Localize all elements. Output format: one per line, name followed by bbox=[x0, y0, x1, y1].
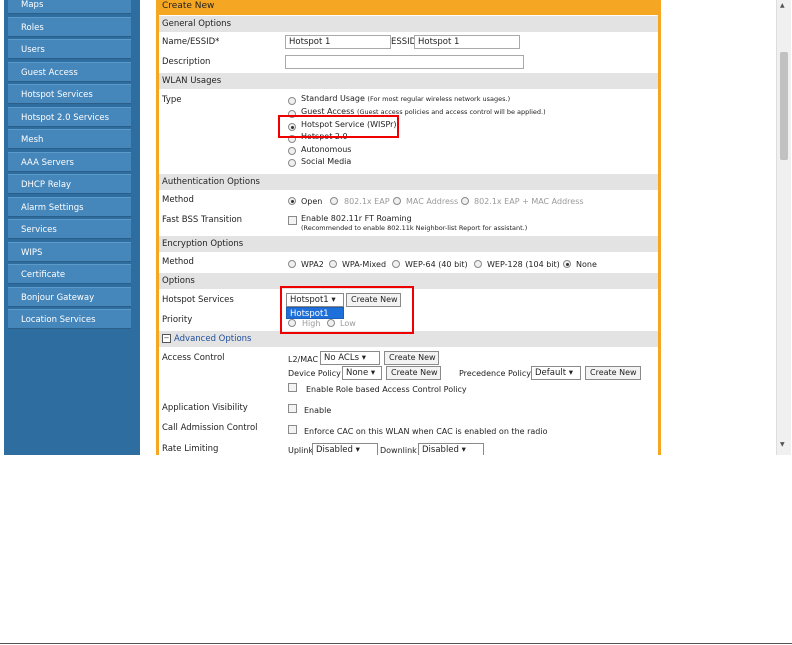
sidebar-item-mesh[interactable]: Mesh bbox=[8, 129, 131, 149]
chevron-down-icon: ▾ bbox=[361, 353, 367, 363]
app-window: Maps Roles Users Guest Access Hotspot Se… bbox=[0, 0, 792, 455]
sidebar-item-location-services[interactable]: Location Services bbox=[8, 309, 131, 329]
auth-method-label: Method bbox=[162, 195, 194, 205]
enc-wep128-label: WEP-128 (104 bit) bbox=[487, 260, 560, 269]
fast-bss-note: (Recommended to enable 802.11k Neighbor-… bbox=[301, 224, 528, 232]
access-control-label: Access Control bbox=[162, 353, 225, 363]
role-based-checkbox[interactable] bbox=[288, 383, 297, 392]
section-encryption-options: Encryption Options bbox=[159, 236, 658, 252]
enc-wpa-mixed-label: WPA-Mixed bbox=[342, 260, 387, 269]
sidebar-item-hotspot-services[interactable]: Hotspot Services bbox=[8, 84, 131, 104]
fast-bss-checkbox[interactable] bbox=[288, 216, 297, 225]
type-social-media-label: Social Media bbox=[301, 157, 352, 166]
precedence-create-new-button[interactable]: Create New bbox=[585, 366, 641, 380]
type-standard-radio[interactable] bbox=[288, 97, 296, 105]
section-general-options: General Options bbox=[159, 16, 658, 32]
priority-label: Priority bbox=[162, 315, 193, 325]
device-policy-create-new-button[interactable]: Create New bbox=[386, 366, 441, 380]
scroll-down-icon[interactable]: ▼ bbox=[780, 441, 785, 448]
rate-limiting-label: Rate Limiting bbox=[162, 444, 219, 454]
section-authentication-options: Authentication Options bbox=[159, 174, 658, 190]
scrollbar-thumb[interactable] bbox=[780, 52, 788, 160]
type-autonomous-label: Autonomous bbox=[301, 145, 352, 154]
enc-wep64-radio[interactable] bbox=[392, 260, 400, 268]
section-wlan-usages: WLAN Usages bbox=[159, 73, 658, 89]
sidebar-item-roles[interactable]: Roles bbox=[8, 17, 131, 37]
highlight-box-hotspot-services bbox=[280, 286, 414, 334]
enc-none-radio[interactable] bbox=[563, 260, 571, 268]
auth-mac-label: MAC Address bbox=[406, 197, 459, 206]
role-based-text: Enable Role based Access Control Policy bbox=[306, 385, 467, 394]
type-label: Type bbox=[162, 95, 182, 105]
uplink-label: Uplink bbox=[288, 446, 314, 455]
device-policy-label: Device Policy bbox=[288, 369, 341, 378]
type-autonomous-radio[interactable] bbox=[288, 147, 296, 155]
description-input[interactable] bbox=[285, 55, 524, 69]
auth-8021x-radio[interactable] bbox=[330, 197, 338, 205]
collapse-icon[interactable]: − bbox=[162, 334, 171, 343]
type-standard-label: Standard Usage (For most regular wireles… bbox=[301, 94, 511, 103]
acl-create-new-button[interactable]: Create New bbox=[384, 351, 439, 365]
enc-wpa2-label: WPA2 bbox=[301, 260, 324, 269]
precedence-policy-select[interactable]: Default ▾ bbox=[531, 366, 581, 380]
sidebar-item-services[interactable]: Services bbox=[8, 219, 131, 239]
sidebar-item-aaa-servers[interactable]: AAA Servers bbox=[8, 152, 131, 172]
enc-wep128-radio[interactable] bbox=[474, 260, 482, 268]
chevron-down-icon: ▾ bbox=[370, 368, 376, 378]
sidebar-item-alarm-settings[interactable]: Alarm Settings bbox=[8, 197, 131, 217]
app-visibility-text: Enable bbox=[304, 406, 332, 415]
fast-bss-label: Fast BSS Transition bbox=[162, 215, 243, 225]
uplink-select[interactable]: Disabled ▾ bbox=[312, 443, 378, 455]
essid-input[interactable]: Hotspot 1 bbox=[414, 35, 520, 49]
sidebar-item-maps[interactable]: Maps bbox=[8, 0, 131, 14]
enc-method-label: Method bbox=[162, 257, 194, 267]
name-essid-label: Name/ESSID* bbox=[162, 37, 220, 47]
auth-8021x-mac-radio[interactable] bbox=[461, 197, 469, 205]
sidebar-item-guest-access[interactable]: Guest Access bbox=[8, 62, 131, 82]
sidebar-item-users[interactable]: Users bbox=[8, 39, 131, 59]
sidebar-item-dhcp-relay[interactable]: DHCP Relay bbox=[8, 174, 131, 194]
cac-text: Enforce CAC on this WLAN when CAC is ena… bbox=[304, 427, 548, 436]
divider bbox=[0, 643, 792, 644]
enc-wpa2-radio[interactable] bbox=[288, 260, 296, 268]
app-visibility-checkbox[interactable] bbox=[288, 404, 297, 413]
sidebar-item-bonjour-gateway[interactable]: Bonjour Gateway bbox=[8, 287, 131, 307]
sidebar: Maps Roles Users Guest Access Hotspot Se… bbox=[4, 0, 140, 455]
essid-label: ESSID bbox=[391, 37, 417, 47]
l2mac-label: L2/MAC bbox=[288, 355, 319, 364]
scroll-up-icon[interactable]: ▲ bbox=[780, 2, 785, 9]
l2mac-select[interactable]: No ACLs ▾ bbox=[320, 351, 380, 365]
downlink-select[interactable]: Disabled ▾ bbox=[418, 443, 484, 455]
create-new-form: Create New General Options Name/ESSID* H… bbox=[156, 0, 661, 455]
fast-bss-text: Enable 802.11r FT Roaming bbox=[301, 214, 412, 223]
auth-8021x-mac-label: 802.1x EAP + MAC Address bbox=[474, 197, 584, 206]
chevron-down-icon: ▾ bbox=[568, 368, 574, 378]
enc-wep64-label: WEP-64 (40 bit) bbox=[405, 260, 468, 269]
type-social-media-radio[interactable] bbox=[288, 159, 296, 167]
auth-mac-radio[interactable] bbox=[393, 197, 401, 205]
auth-open-label: Open bbox=[301, 197, 323, 206]
device-policy-select[interactable]: None ▾ bbox=[342, 366, 382, 380]
enc-none-label: None bbox=[576, 260, 597, 269]
sidebar-item-hotspot-2-services[interactable]: Hotspot 2.0 Services bbox=[8, 107, 131, 127]
description-label: Description bbox=[162, 57, 211, 67]
cac-label: Call Admission Control bbox=[162, 423, 258, 433]
hotspot-services-label: Hotspot Services bbox=[162, 295, 234, 305]
name-input[interactable]: Hotspot 1 bbox=[285, 35, 391, 49]
precedence-policy-label: Precedence Policy bbox=[459, 369, 531, 378]
highlight-box-wlan-type bbox=[278, 115, 399, 138]
enc-wpa-mixed-radio[interactable] bbox=[329, 260, 337, 268]
vertical-scrollbar[interactable]: ▲ ▼ bbox=[776, 0, 791, 455]
downlink-label: Downlink bbox=[380, 446, 417, 455]
auth-8021x-label: 802.1x EAP bbox=[344, 197, 390, 206]
chevron-down-icon: ▾ bbox=[461, 445, 466, 455]
chevron-down-icon: ▾ bbox=[355, 445, 360, 455]
form-title: Create New bbox=[159, 0, 658, 15]
app-visibility-label: Application Visibility bbox=[162, 403, 248, 413]
sidebar-item-wips[interactable]: WIPS bbox=[8, 242, 131, 262]
auth-open-radio[interactable] bbox=[288, 197, 296, 205]
sidebar-item-certificate[interactable]: Certificate bbox=[8, 264, 131, 284]
cac-checkbox[interactable] bbox=[288, 425, 297, 434]
